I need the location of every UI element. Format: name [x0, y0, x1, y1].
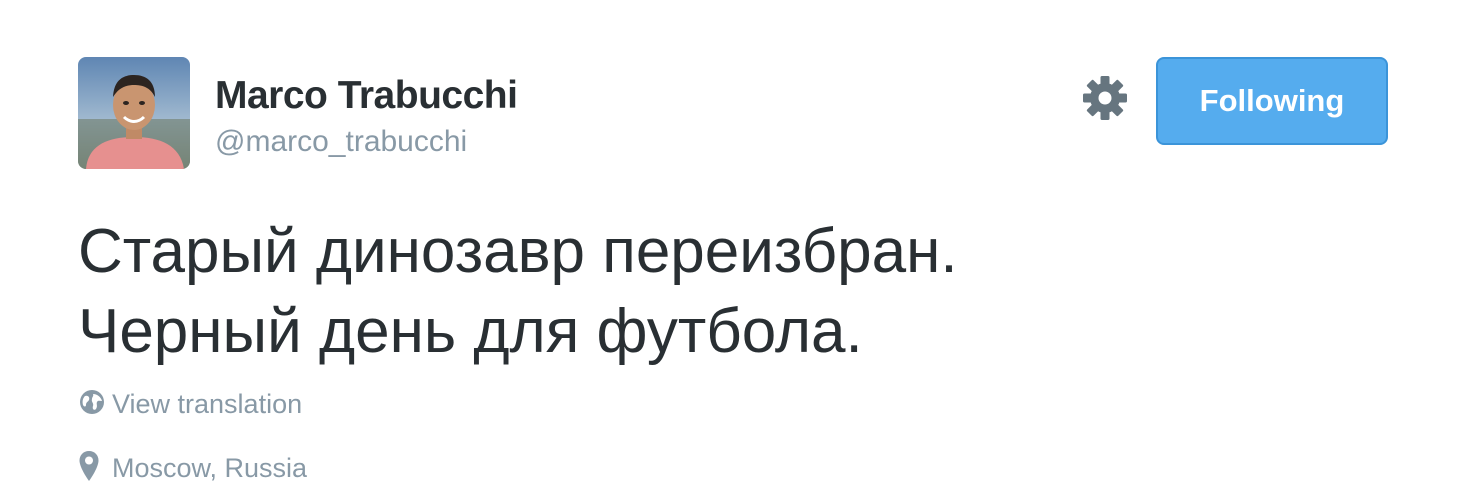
tweet-text: Старый динозавр переизбран. Черный день … — [78, 212, 1378, 372]
gear-icon[interactable] — [1082, 75, 1128, 121]
tweet-card: Marco Trabucchi @marco_trabucchi Followi… — [0, 0, 1460, 503]
avatar[interactable] — [78, 57, 190, 169]
user-name[interactable]: Marco Trabucchi — [215, 74, 518, 118]
location-pin-icon — [78, 450, 100, 487]
user-handle[interactable]: @marco_trabucchi — [215, 125, 467, 159]
location-link[interactable]: Moscow, Russia — [78, 450, 307, 487]
tweet-text-line: Черный день для футбола. — [78, 297, 863, 366]
view-translation-link[interactable]: View translation — [78, 388, 302, 421]
view-translation-label: View translation — [112, 389, 303, 419]
following-button[interactable]: Following — [1156, 57, 1388, 145]
globe-icon — [78, 388, 106, 421]
tweet-text-line: Старый динозавр переизбран. — [78, 217, 958, 286]
location-label: Moscow, Russia — [112, 453, 308, 483]
